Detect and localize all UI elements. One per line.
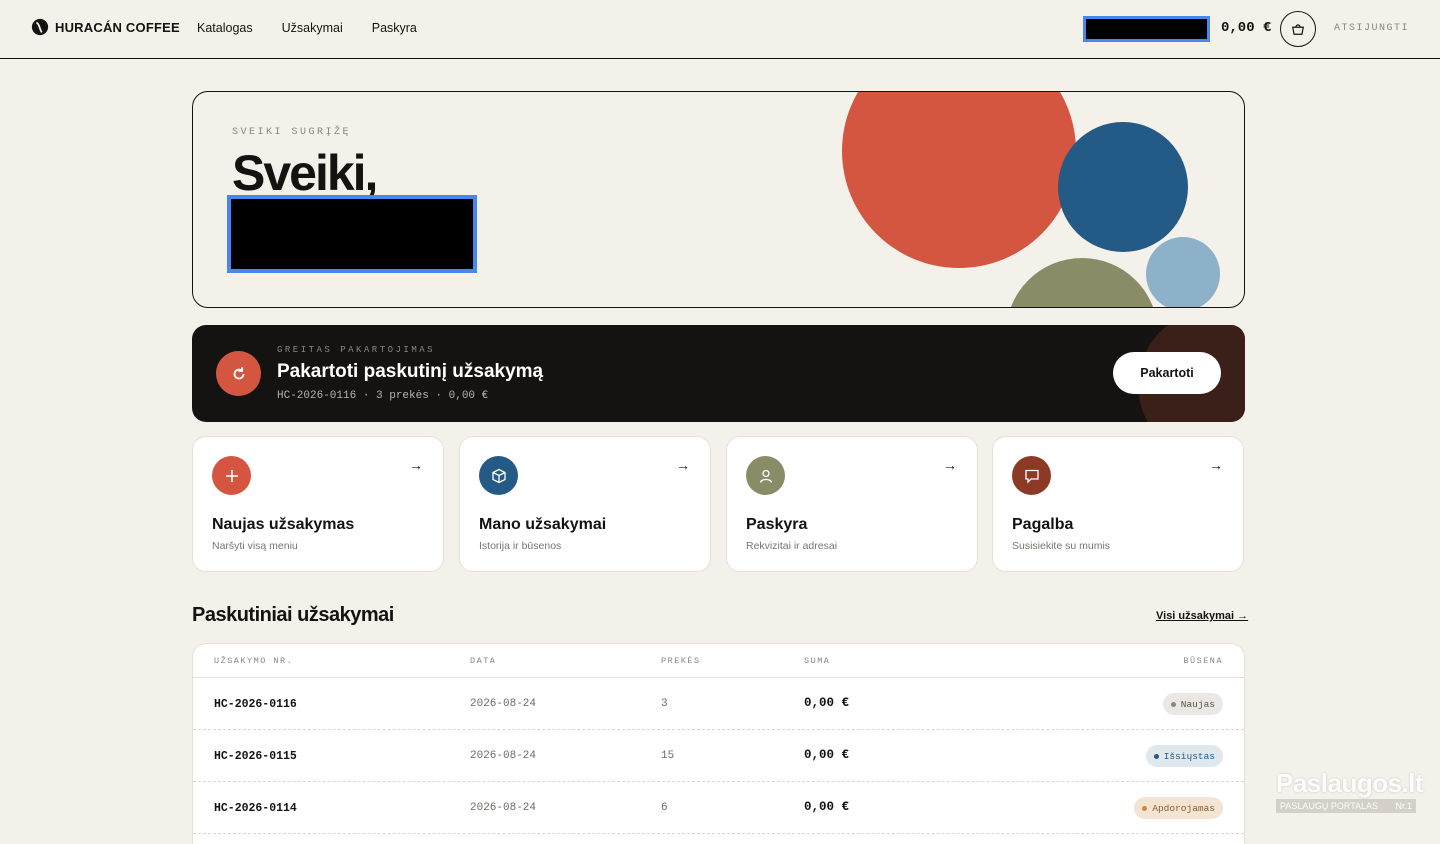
- card-title: Pagalba: [1012, 516, 1074, 533]
- plus-icon: [212, 456, 251, 495]
- order-items: 3: [661, 698, 668, 710]
- order-sum: 0,00 €: [804, 748, 850, 762]
- card-my-orders[interactable]: → Mano užsakymai Istorija ir būsenos: [459, 436, 711, 572]
- chat-icon: [1012, 456, 1051, 495]
- th-items: PREKĖS: [661, 656, 701, 666]
- table-row[interactable]: HC-2026-0114 2026-08-24 6 0,00 € Apdoroj…: [193, 782, 1244, 834]
- order-sum: 0,00 €: [804, 800, 850, 814]
- status-badge: Išsiųstas: [1145, 745, 1223, 767]
- watermark-badge: Nr.1: [1395, 801, 1412, 811]
- brand-logo[interactable]: HURACÁN COFFEE: [31, 18, 180, 36]
- card-new-order[interactable]: → Naujas užsakymas Naršyti visą meniu: [192, 436, 444, 572]
- arrow-right-icon: →: [1209, 457, 1223, 473]
- brand-mark-icon: [31, 18, 49, 36]
- order-date: 2026-08-24: [470, 750, 537, 762]
- cart-total: 0,00 €: [1221, 20, 1272, 36]
- hero-eyebrow: SVEIKI SUGRĮŽĘ: [232, 127, 352, 138]
- card-help[interactable]: → Pagalba Susisiekite su mumis: [992, 436, 1244, 572]
- status-dot: [1153, 753, 1159, 759]
- watermark-subtitle: PASLAUGŲ PORTALAS Nr.1: [1276, 799, 1416, 813]
- arrow-right-icon: →: [409, 457, 423, 473]
- card-subtitle: Susisiekite su mumis: [1012, 540, 1111, 552]
- order-id[interactable]: HC-2026-0115: [214, 750, 297, 763]
- all-orders-link[interactable]: Visi užsakymai →: [1156, 610, 1248, 622]
- recent-orders-table: UŽSAKYMO NR. DATA PREKĖS SUMA BŪSENA HC-…: [192, 643, 1245, 844]
- order-sum: 0,00 €: [804, 696, 850, 710]
- cart-button[interactable]: [1280, 11, 1316, 47]
- user-icon: [746, 456, 785, 495]
- card-title: Paskyra: [746, 516, 808, 533]
- hero-decor-circle-olive: [1006, 258, 1158, 307]
- reorder-title: Pakartoti paskutinį užsakymą: [277, 361, 544, 382]
- hero-title: Sveiki,: [232, 145, 378, 201]
- nav-katalogas[interactable]: Katalogas: [197, 21, 253, 35]
- card-title: Naujas užsakymas: [212, 516, 355, 533]
- table-row[interactable]: HC-2026-0115 2026-08-24 15 0,00 € Išsiųs…: [193, 730, 1244, 782]
- logout-link[interactable]: ATSIJUNGTI: [1334, 23, 1409, 34]
- reorder-button[interactable]: Pakartoti: [1113, 352, 1221, 394]
- watermark-sub-label: PASLAUGŲ PORTALAS: [1280, 801, 1379, 811]
- card-account[interactable]: → Paskyra Rekvizitai ir adresai: [726, 436, 978, 572]
- nav-uzsakymai[interactable]: Užsakymai: [282, 21, 343, 35]
- nav-paskyra[interactable]: Paskyra: [372, 21, 417, 35]
- brand-name: HURACÁN COFFEE: [55, 19, 180, 35]
- arrow-right-icon: →: [943, 457, 957, 473]
- user-name-redacted[interactable]: [1083, 16, 1210, 42]
- table-row[interactable]: HC-2026-0116 2026-08-24 3 0,00 € Naujas: [193, 678, 1244, 730]
- status-label: Naujas: [1180, 698, 1215, 710]
- welcome-hero: SVEIKI SUGRĮŽĘ Sveiki,: [192, 91, 1245, 308]
- order-items: 15: [661, 750, 675, 762]
- status-dot: [1142, 805, 1148, 811]
- arrow-right-icon: →: [676, 457, 690, 473]
- quick-reorder-banner: GREITAS PAKARTOJIMAS Pakartoti paskutinį…: [192, 325, 1245, 422]
- card-title: Mano užsakymai: [479, 516, 607, 533]
- order-id[interactable]: HC-2026-0114: [214, 802, 297, 815]
- th-date: DATA: [470, 656, 497, 666]
- order-date: 2026-08-24: [470, 698, 537, 710]
- status-label: Apdorojamas: [1152, 802, 1215, 814]
- refresh-icon: [216, 351, 261, 396]
- basket-icon: [1292, 24, 1304, 35]
- status-label: Išsiųstas: [1163, 750, 1215, 762]
- hero-decor-circle-blue: [1058, 122, 1188, 252]
- order-items: 6: [661, 802, 668, 814]
- box-icon: [479, 456, 518, 495]
- card-subtitle: Istorija ir būsenos: [479, 540, 562, 552]
- top-header: HURACÁN COFFEE Katalogas Užsakymai Pasky…: [0, 0, 1440, 59]
- order-id[interactable]: HC-2026-0116: [214, 698, 297, 711]
- paslaugos-watermark: Paslaugos.lt PASLAUGŲ PORTALAS Nr.1: [1276, 768, 1424, 824]
- status-badge: Naujas: [1162, 693, 1223, 715]
- th-order-number: UŽSAKYMO NR.: [214, 656, 294, 666]
- hero-decor-circle-red: [842, 92, 1076, 268]
- reorder-meta: HC-2026-0116 · 3 prekės · 0,00 €: [277, 390, 489, 402]
- order-date: 2026-08-24: [470, 802, 537, 814]
- watermark-title: Paslaugos.lt: [1276, 768, 1424, 798]
- hero-user-name-redacted: [227, 195, 477, 273]
- reorder-eyebrow: GREITAS PAKARTOJIMAS: [277, 345, 436, 355]
- th-status: BŪSENA: [1183, 656, 1223, 666]
- main-nav: Katalogas Užsakymai Paskyra: [197, 21, 417, 35]
- card-subtitle: Rekvizitai ir adresai: [746, 540, 838, 552]
- recent-orders-title: Paskutiniai užsakymai: [192, 604, 394, 626]
- hero-decor-circle-lightblue: [1146, 237, 1220, 307]
- card-subtitle: Naršyti visą meniu: [212, 540, 298, 552]
- status-dot: [1170, 701, 1176, 707]
- status-badge: Apdorojamas: [1134, 797, 1223, 819]
- th-sum: SUMA: [804, 656, 831, 666]
